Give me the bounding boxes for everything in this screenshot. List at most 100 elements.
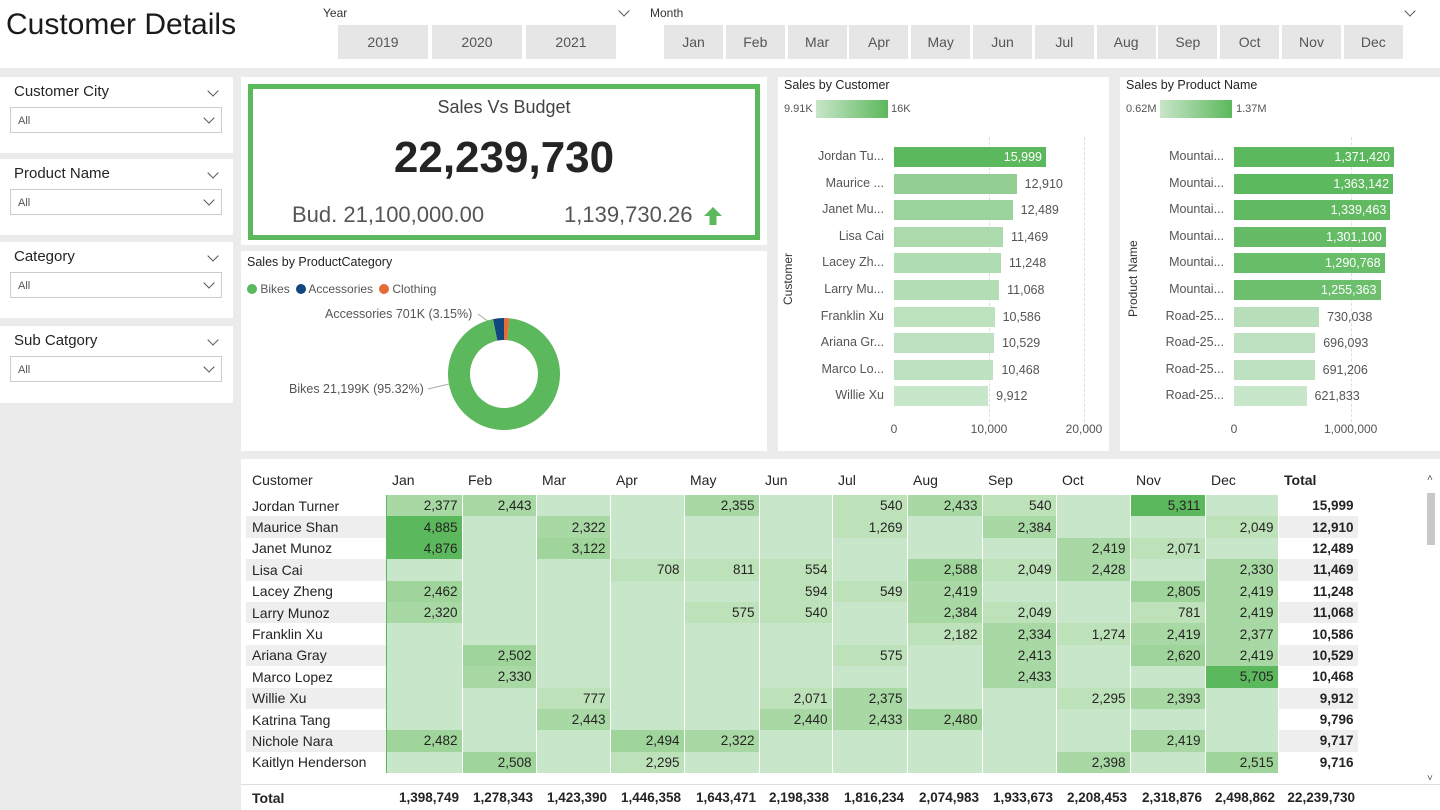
column-header-feb[interactable]: Feb [462,465,536,495]
column-header-aug[interactable]: Aug [907,465,982,495]
matrix-total-row: Total 1,398,749 1,278,343 1,423,390 1,446,35… [241,784,1440,810]
column-total-cell: 1,933,673 [992,790,1053,805]
vertical-scrollbar[interactable]: ˄ ˅ [1426,473,1436,793]
table-cell: 3,122 [536,537,611,560]
chevron-down-icon[interactable] [207,250,219,262]
month-option-may[interactable]: May [911,25,971,59]
table-row[interactable]: Janet Munoz 4,876 3,122 2,419 2,071 12,489 [246,537,1359,560]
customer-bar[interactable] [894,173,1017,194]
table-row[interactable]: Jordan Turner 2,377 2,443 2,355 540 2,433 540 5… [246,495,1359,517]
customer-bar[interactable] [894,359,994,380]
month-option-jun[interactable]: Jun [973,25,1032,59]
table-cell [982,751,1057,774]
product-bar[interactable] [1234,333,1316,354]
year-option-2020[interactable]: 2020 [432,25,522,59]
month-slicer-label: Month [650,6,684,20]
table-row[interactable]: Lacey Zheng 2,462 594 549 2,419 2,805 2,419 11,… [246,580,1359,602]
table-row[interactable]: Maurice Shan 4,885 2,322 1,269 2,384 2,049 12,… [246,516,1359,538]
column-header-customer[interactable]: Customer [246,465,386,495]
column-header-oct[interactable]: Oct [1056,465,1130,495]
month-option-apr[interactable]: Apr [849,25,909,59]
filter-dropdown[interactable]: All [10,189,222,215]
product-bar[interactable] [1234,306,1320,327]
table-row[interactable]: Marco Lopez 2,330 2,433 5,705 10,468 [246,666,1359,688]
scrollbar-thumb[interactable] [1427,493,1435,545]
table-cell [684,687,760,709]
chevron-down-icon[interactable] [207,167,219,179]
table-cell [536,666,611,688]
month-option-jan[interactable]: Jan [664,25,723,59]
table-cell [462,687,537,709]
column-header-mar[interactable]: Mar [536,465,610,495]
customer-data-label: 15,999 [1003,150,1042,164]
table-cell: 2,295 [1056,687,1131,709]
customer-bar[interactable] [894,333,994,354]
column-header-apr[interactable]: Apr [610,465,684,495]
customer-bar[interactable] [894,386,989,407]
customer-data-label: 10,529 [1002,336,1041,351]
customer-data-label: 11,248 [1008,256,1047,271]
table-cell: 2,182 [907,623,983,645]
filter-dropdown[interactable]: All [10,356,222,382]
year-option-2021[interactable]: 2021 [526,25,616,59]
table-cell [610,516,685,538]
customer-bar[interactable] [894,226,1003,247]
table-row[interactable]: Kaitlyn Henderson 2,508 2,295 2,398 2,515 9,7… [246,751,1359,774]
table-cell [832,559,908,581]
customer-bar[interactable] [894,200,1013,221]
table-row[interactable]: Franklin Xu 2,182 2,334 1,274 2,419 2,377 10,5… [246,623,1359,645]
month-option-oct[interactable]: Oct [1220,25,1280,59]
column-header-jan[interactable]: Jan [386,465,462,495]
table-cell [610,708,685,731]
column-header-sep[interactable]: Sep [982,465,1056,495]
table-cell: 781 [1130,601,1206,624]
table-row[interactable]: Nichole Nara 2,482 2,494 2,322 2,419 9,717 [246,730,1359,752]
color-scale-min: 0.62M [1126,103,1157,115]
product-category-label: Mountai... [1169,175,1224,190]
column-header-jul[interactable]: Jul [832,465,907,495]
customer-bar[interactable] [894,253,1001,274]
month-option-feb[interactable]: Feb [725,25,785,59]
chevron-down-icon[interactable] [207,85,219,97]
chevron-down-icon[interactable] [207,334,219,346]
year-option-2019[interactable]: 2019 [338,25,428,59]
filter-panel-background [0,404,232,810]
table-cell [610,601,685,624]
product-bar[interactable] [1234,386,1307,407]
month-option-mar[interactable]: Mar [787,25,847,59]
column-header-dec[interactable]: Dec [1205,465,1278,495]
table-cell: 2,494 [610,730,685,752]
customer-bar[interactable] [894,280,1000,300]
month-option-aug[interactable]: Aug [1096,25,1156,59]
table-cell [684,708,760,731]
scroll-down-icon[interactable]: ˅ [1427,773,1433,784]
column-header-jun[interactable]: Jun [759,465,832,495]
row-total-cell: 9,912 [1278,687,1359,709]
table-row[interactable]: Willie Xu 777 2,071 2,375 2,295 2,393 9,912 [246,687,1359,709]
column-header-may[interactable]: May [684,465,759,495]
column-total-cell: 2,198,338 [768,790,829,805]
filter-dropdown[interactable]: All [10,272,222,298]
table-cell [684,751,760,774]
table-cell [1205,687,1279,709]
month-option-dec[interactable]: Dec [1343,25,1403,59]
product-bar[interactable] [1234,359,1315,380]
table-cell [462,537,537,560]
filter-dropdown[interactable]: All [10,107,222,133]
month-option-jul[interactable]: Jul [1034,25,1094,59]
month-option-sep[interactable]: Sep [1158,25,1218,59]
customer-bar[interactable] [894,306,995,327]
month-option-nov[interactable]: Nov [1282,25,1341,59]
column-header-nov[interactable]: Nov [1130,465,1205,495]
filter-value: All [18,280,31,292]
table-cell: 2,419 [1205,601,1279,624]
table-row[interactable]: Lisa Cai 708 811 554 2,588 2,049 2,428 2,330 11,… [246,559,1359,581]
table-row[interactable]: Ariana Gray 2,502 575 2,413 2,620 2,419 10,529 [246,644,1359,667]
table-cell [462,623,537,645]
table-cell [907,730,983,752]
column-header-total[interactable]: Total [1278,465,1358,495]
table-row[interactable]: Katrina Tang 2,443 2,440 2,433 2,480 9,796 [246,708,1359,731]
customer-category-label: Lisa Cai [838,228,884,243]
scroll-up-icon[interactable]: ˄ [1427,473,1433,484]
table-row[interactable]: Larry Munoz 2,320 575 540 2,384 2,049 781 2,419… [246,601,1359,624]
